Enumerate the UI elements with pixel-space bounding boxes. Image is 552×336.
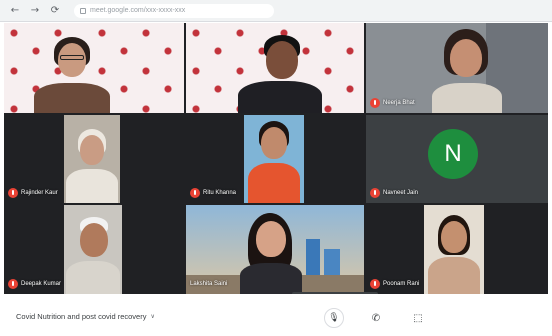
meet-window: ← → ⟳ meet.google.com/xxx-xxxx-xxx Neerj… (0, 0, 552, 336)
mic-off-icon (190, 188, 200, 198)
chevron-down-icon: ∨ (150, 314, 155, 320)
back-icon[interactable]: ← (8, 4, 22, 18)
browser-toolbar: ← → ⟳ meet.google.com/xxx-xxxx-xxx (0, 0, 552, 22)
participant-video (34, 31, 154, 113)
participant-name: Poonam Rani (383, 281, 420, 287)
participant-name: Neerja Bhat (383, 100, 415, 106)
participant-video (236, 213, 316, 294)
participant-tile[interactable]: Rajinder Kaur (4, 115, 184, 203)
lock-icon (80, 7, 86, 14)
microphone-icon: 🎙 (328, 313, 340, 323)
participant-label: Ritu Khanna (190, 187, 236, 199)
avatar: N (428, 129, 478, 179)
participant-name: Lakshita Saini (190, 281, 228, 287)
participant-label: Navneet Jain (370, 187, 418, 199)
participant-label: Neerja Bhat (370, 97, 415, 109)
participant-name: Rajinder Kaur (21, 190, 58, 196)
participant-tile[interactable]: Deepak Kumar (4, 205, 184, 294)
participant-tile[interactable]: Ritu Khanna (186, 115, 364, 203)
camera-button[interactable]: ⬚ (408, 308, 428, 328)
video-grid: Neerja Bhat Rajinder Kaur Ritu Khanna N … (4, 23, 548, 294)
mic-off-icon (370, 279, 380, 289)
camera-icon: ⬚ (413, 312, 423, 324)
participant-label: Lakshita Saini (190, 278, 227, 290)
meeting-title: Covid Nutrition and post covid recovery (16, 312, 147, 321)
hangup-icon: ✆ (371, 312, 381, 324)
participant-label: Rajinder Kaur (8, 187, 58, 199)
address-bar[interactable]: meet.google.com/xxx-xxxx-xxx (74, 3, 274, 18)
participant-name: Ritu Khanna (203, 190, 237, 196)
meeting-controls-bar: Covid Nutrition and post covid recovery … (0, 294, 552, 336)
participant-tile[interactable]: Neerja Bhat (366, 23, 548, 113)
participant-label: Deepak Kumar (8, 278, 61, 290)
participant-tile[interactable] (186, 23, 364, 113)
meeting-details[interactable]: Covid Nutrition and post covid recovery … (16, 312, 155, 321)
url-text: meet.google.com/xxx-xxxx-xxx (90, 7, 186, 14)
mic-off-icon (8, 279, 18, 289)
participant-tile[interactable]: Lakshita Saini (186, 205, 364, 294)
mic-off-icon (370, 98, 380, 108)
forward-icon[interactable]: → (28, 4, 42, 18)
participant-tile[interactable]: N Navneet Jain (366, 115, 548, 203)
mic-off-icon (370, 188, 380, 198)
microphone-button[interactable]: 🎙 (324, 308, 344, 328)
participant-video (244, 115, 304, 203)
mic-off-icon (8, 188, 18, 198)
participant-tile[interactable]: Poonam Rani (366, 205, 548, 294)
participant-video (424, 205, 484, 294)
participant-label: Poonam Rani (370, 278, 419, 290)
participant-name: Navneet Jain (383, 190, 419, 196)
participant-video (416, 27, 516, 113)
participant-name: Deepak Kumar (21, 281, 62, 287)
leave-call-button[interactable]: ✆ (366, 308, 386, 328)
participant-tile[interactable] (4, 23, 184, 113)
reload-icon[interactable]: ⟳ (48, 4, 62, 18)
participant-video (64, 115, 120, 203)
participant-video (226, 31, 346, 113)
participant-video (64, 205, 122, 294)
